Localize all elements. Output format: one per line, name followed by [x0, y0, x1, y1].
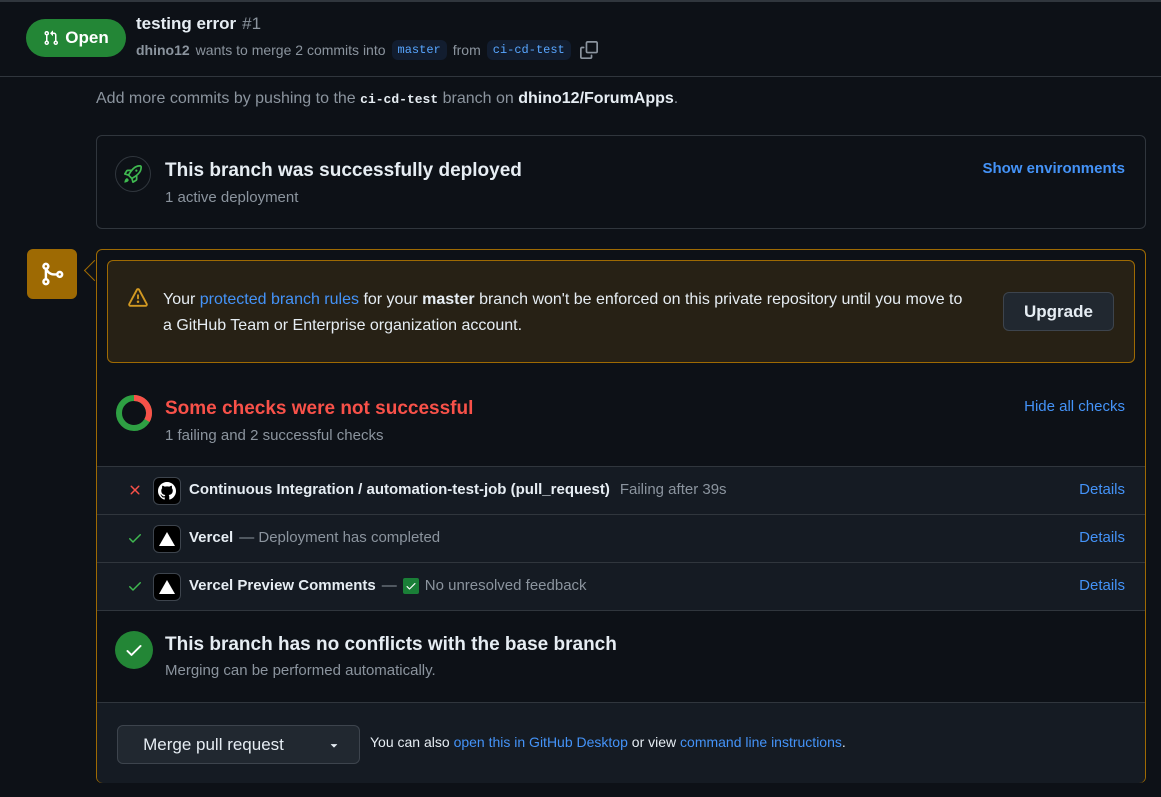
- deployment-subtitle: 1 active deployment: [165, 189, 299, 206]
- pr-meta: dhino12 wants to merge 2 commits into ma…: [136, 38, 599, 62]
- deployment-title: This branch was successfully deployed: [165, 160, 522, 181]
- check-details-link[interactable]: Details: [1079, 529, 1125, 546]
- white-check-mark-icon: [402, 577, 419, 594]
- check-description: Failing after 39s: [619, 481, 727, 498]
- check-icon: [129, 582, 141, 591]
- protection-warning: Your protected branch rules for your mas…: [107, 260, 1135, 363]
- push-hint-suffix: .: [673, 90, 679, 107]
- merge-options-dropdown[interactable]: [309, 725, 360, 764]
- check-name: Vercel: [189, 529, 234, 546]
- checks-failing-arc: [133, 395, 152, 422]
- merge-note-middle: or view: [631, 734, 677, 750]
- upgrade-button[interactable]: Upgrade: [1003, 292, 1114, 331]
- deployment-panel: This branch was successfully deployed 1 …: [96, 135, 1146, 229]
- vercel-icon: [153, 573, 181, 601]
- warning-text: Your protected branch rules for your mas…: [163, 287, 963, 339]
- check-dash: —: [381, 577, 397, 594]
- checks-title: Some checks were not successful: [165, 398, 474, 419]
- success-check-icon: [115, 631, 153, 669]
- warning-prefix: Your: [163, 291, 196, 308]
- push-hint-branch: ci-cd-test: [360, 92, 439, 107]
- git-pull-request-icon: [44, 30, 59, 46]
- warning-branch: master: [422, 291, 475, 308]
- head-branch-tag[interactable]: ci-cd-test: [486, 40, 571, 60]
- check-icon: [129, 534, 141, 543]
- x-icon: [130, 485, 140, 495]
- check-row: Vercel — Deployment has completed Detail…: [97, 514, 1145, 562]
- checks-status-ring: [116, 395, 152, 431]
- checks-list: Continuous Integration / automation-test…: [97, 466, 1145, 611]
- merge-note-prefix: You can also: [370, 734, 450, 750]
- check-name: Continuous Integration / automation-test…: [189, 481, 610, 498]
- copy-icon[interactable]: [579, 40, 599, 60]
- merge-pull-request-button[interactable]: Merge pull request: [117, 725, 310, 764]
- check-text: Vercel — Deployment has completed: [189, 529, 440, 546]
- command-line-instructions-link[interactable]: command line instructions: [680, 734, 842, 750]
- protected-branch-rules-link[interactable]: protected branch rules: [200, 291, 359, 308]
- pr-state-badge: Open: [26, 19, 126, 57]
- base-branch-tag[interactable]: master: [391, 40, 447, 60]
- check-row: Vercel Preview Comments — No unresolved …: [97, 562, 1145, 610]
- checks-subtitle: 1 failing and 2 successful checks: [165, 427, 384, 444]
- rocket-icon: [115, 156, 151, 192]
- push-hint-repo[interactable]: dhino12/ForumApps: [518, 90, 674, 107]
- pr-state-label: Open: [65, 28, 109, 47]
- pr-meta-text: wants to merge 2 commits into: [195, 42, 386, 58]
- conflicts-subtitle: Merging can be performed automatically.: [165, 662, 436, 679]
- check-text: Continuous Integration / automation-test…: [189, 481, 727, 498]
- top-border: [0, 0, 1161, 2]
- alert-icon: [128, 288, 148, 307]
- header-divider: [0, 76, 1161, 77]
- check-row: Continuous Integration / automation-test…: [97, 467, 1145, 514]
- merge-footer: Merge pull request You can also open thi…: [97, 702, 1145, 783]
- show-environments-link[interactable]: Show environments: [982, 160, 1125, 177]
- check-description: No unresolved feedback: [424, 577, 587, 594]
- pr-number: #1: [242, 14, 262, 33]
- warning-middle: for your: [363, 291, 418, 308]
- triangle-down-icon: [330, 743, 338, 748]
- check-details-link[interactable]: Details: [1079, 481, 1125, 498]
- check-text: Vercel Preview Comments — No unresolved …: [189, 577, 587, 594]
- pr-title-text: testing error: [136, 14, 237, 33]
- check-details-link[interactable]: Details: [1079, 577, 1125, 594]
- pr-title: testing error #1: [136, 14, 261, 34]
- vercel-icon: [153, 525, 181, 553]
- push-hint-prefix: Add more commits by pushing to the: [96, 90, 356, 107]
- hide-all-checks-link[interactable]: Hide all checks: [1024, 398, 1125, 415]
- conflicts-title: This branch has no conflicts with the ba…: [165, 634, 617, 655]
- check-description: — Deployment has completed: [239, 529, 441, 546]
- merge-panel: Your protected branch rules for your mas…: [96, 249, 1146, 783]
- pr-author[interactable]: dhino12: [136, 42, 190, 58]
- pr-meta-from: from: [452, 42, 481, 58]
- merge-note: You can also open this in GitHub Desktop…: [370, 734, 846, 750]
- push-hint: Add more commits by pushing to the ci-cd…: [96, 90, 678, 108]
- git-merge-icon: [27, 249, 77, 299]
- check-name: Vercel Preview Comments: [189, 577, 376, 594]
- github-icon: [153, 477, 181, 505]
- push-hint-middle: branch on: [442, 90, 514, 107]
- merge-note-suffix: .: [841, 734, 846, 750]
- open-github-desktop-link[interactable]: open this in GitHub Desktop: [454, 734, 628, 750]
